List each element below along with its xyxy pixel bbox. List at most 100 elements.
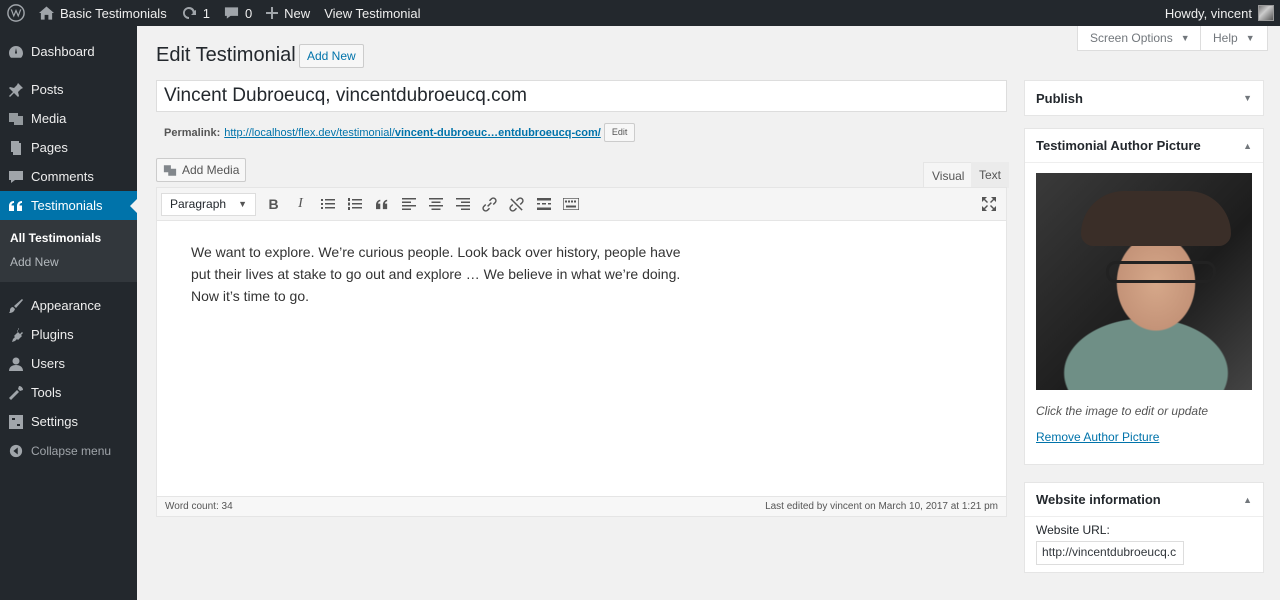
remove-link-button[interactable] <box>503 193 530 216</box>
align-right-icon <box>455 198 470 210</box>
blockquote-button[interactable] <box>368 193 395 216</box>
author-photo[interactable] <box>1036 173 1252 390</box>
tab-text[interactable]: Text <box>971 162 1010 188</box>
sidebar-item-testimonials[interactable]: Testimonials <box>0 191 137 220</box>
submenu-add-new[interactable]: Add New <box>0 250 137 274</box>
numbered-list-button[interactable] <box>341 193 368 216</box>
website-info-box: Website information ▲ Website URL: http:/… <box>1024 482 1264 573</box>
read-more-icon <box>536 198 551 210</box>
insert-link-button[interactable] <box>476 193 503 216</box>
editor-content[interactable]: We want to explore. We’re curious people… <box>157 221 717 327</box>
italic-button[interactable]: I <box>287 193 314 216</box>
editor-toolbar: Paragraph ▼ B I <box>157 188 1006 221</box>
permalink-edit-button[interactable]: Edit <box>603 123 636 142</box>
italic-icon: I <box>298 196 303 211</box>
website-url-label: Website URL: <box>1036 523 1110 537</box>
author-picture-header[interactable]: Testimonial Author Picture ▲ <box>1025 129 1263 163</box>
content-editor: Paragraph ▼ B I We want to explore. We’re… <box>156 187 1007 517</box>
caret-down-icon[interactable]: ▼ <box>1243 93 1252 103</box>
updates-link[interactable]: 1 <box>174 0 217 26</box>
align-center-icon <box>428 198 443 210</box>
keyboard-icon <box>562 198 579 210</box>
page-title: Edit Testimonial <box>156 44 296 66</box>
permalink-link[interactable]: http://localhost/flex.dev/testimonial/vi… <box>224 127 601 139</box>
wordpress-logo[interactable] <box>0 0 32 26</box>
permalink-label: Permalink: <box>164 126 221 139</box>
align-left-button[interactable] <box>395 193 422 216</box>
content-paragraph: We want to explore. We’re curious people… <box>191 244 681 304</box>
pages-icon <box>8 140 24 156</box>
sidebar-item-dashboard[interactable]: Dashboard <box>0 37 137 66</box>
sidebar-item-plugins[interactable]: Plugins <box>0 320 137 349</box>
updates-icon <box>182 6 196 19</box>
plus-icon <box>266 7 279 19</box>
fullscreen-icon <box>981 197 996 211</box>
add-media-button[interactable]: Add Media <box>156 158 247 182</box>
collapse-icon <box>8 443 24 459</box>
photo-glasses <box>1106 261 1216 283</box>
remove-author-picture-link[interactable]: Remove Author Picture <box>1036 430 1252 444</box>
screen-options-button[interactable]: Screen Options ▼ <box>1077 26 1203 51</box>
tab-visual[interactable]: Visual <box>923 162 974 188</box>
sidebar-item-comments[interactable]: Comments <box>0 162 137 191</box>
bullet-list-button[interactable] <box>314 193 341 216</box>
sidebar-item-appearance[interactable]: Appearance <box>0 291 137 320</box>
media-icon <box>8 111 24 127</box>
sidebar-item-media[interactable]: Media <box>0 104 137 133</box>
bold-button[interactable]: B <box>260 193 287 216</box>
author-picture-box: Testimonial Author Picture ▲ Click the im… <box>1024 128 1264 465</box>
word-count: Word count: 34 <box>165 501 233 512</box>
align-center-button[interactable] <box>422 193 449 216</box>
comment-icon <box>224 7 238 19</box>
caret-down-icon: ▼ <box>238 199 247 209</box>
sidebar-item-tools[interactable]: Tools <box>0 378 137 407</box>
comments-link[interactable]: 0 <box>217 0 259 26</box>
admin-sidebar: Dashboard Posts Media Pages Comments Tes… <box>0 26 137 600</box>
new-content-link[interactable]: New <box>259 0 317 26</box>
website-url-input[interactable]: http://vincentdubroeucq.c <box>1036 541 1184 565</box>
bullet-list-icon <box>320 199 335 209</box>
howdy-greeting[interactable]: Howdy, vincent <box>1165 6 1252 21</box>
publish-box-header[interactable]: Publish ▼ <box>1025 81 1263 115</box>
format-select[interactable]: Paragraph ▼ <box>161 192 256 216</box>
plugin-icon <box>8 327 24 343</box>
align-left-icon <box>401 198 416 210</box>
sidebar-item-users[interactable]: Users <box>0 349 137 378</box>
align-right-button[interactable] <box>449 193 476 216</box>
quote-icon <box>8 198 24 214</box>
permalink-row: Permalink: http://localhost/flex.dev/tes… <box>164 123 636 142</box>
view-testimonial-link[interactable]: View Testimonial <box>317 0 427 26</box>
caret-down-icon: ▼ <box>1245 33 1255 43</box>
sidebar-item-posts[interactable]: Posts <box>0 75 137 104</box>
avatar[interactable] <box>1258 5 1274 21</box>
settings-icon <box>8 414 24 430</box>
admin-bar: Basic Testimonials 1 0 New View Testimon… <box>0 0 1280 26</box>
caret-up-icon[interactable]: ▲ <box>1243 495 1252 505</box>
website-info-header[interactable]: Website information ▲ <box>1025 483 1263 517</box>
post-title-input[interactable]: Vincent Dubroeucq, vincentdubroeucq.com <box>156 80 1007 112</box>
link-icon <box>482 196 497 212</box>
site-name-link[interactable]: Basic Testimonials <box>32 0 174 26</box>
blockquote-icon <box>375 199 387 210</box>
caret-up-icon[interactable]: ▲ <box>1243 141 1252 151</box>
author-picture-note: Click the image to edit or update <box>1036 404 1209 418</box>
editor-statusbar: Word count: 34 Last edited by vincent on… <box>157 496 1006 516</box>
add-new-button[interactable]: Add New <box>299 44 364 68</box>
help-button[interactable]: Help ▼ <box>1200 26 1268 51</box>
toolbar-toggle-button[interactable] <box>557 193 584 216</box>
user-icon <box>8 356 24 372</box>
pushpin-icon <box>8 82 24 98</box>
comments-icon <box>8 169 24 185</box>
testimonials-submenu: All Testimonials Add New <box>0 220 137 282</box>
distraction-free-button[interactable] <box>975 193 1002 216</box>
collapse-menu-button[interactable]: Collapse menu <box>0 436 137 465</box>
caret-down-icon: ▼ <box>1180 33 1190 43</box>
sidebar-item-settings[interactable]: Settings <box>0 407 137 436</box>
read-more-button[interactable] <box>530 193 557 216</box>
wrench-icon <box>8 385 24 401</box>
sidebar-item-pages[interactable]: Pages <box>0 133 137 162</box>
submenu-all-testimonials[interactable]: All Testimonials <box>0 226 137 250</box>
brush-icon <box>8 298 24 314</box>
bold-icon: B <box>268 196 279 212</box>
photo-hair <box>1081 191 1231 246</box>
